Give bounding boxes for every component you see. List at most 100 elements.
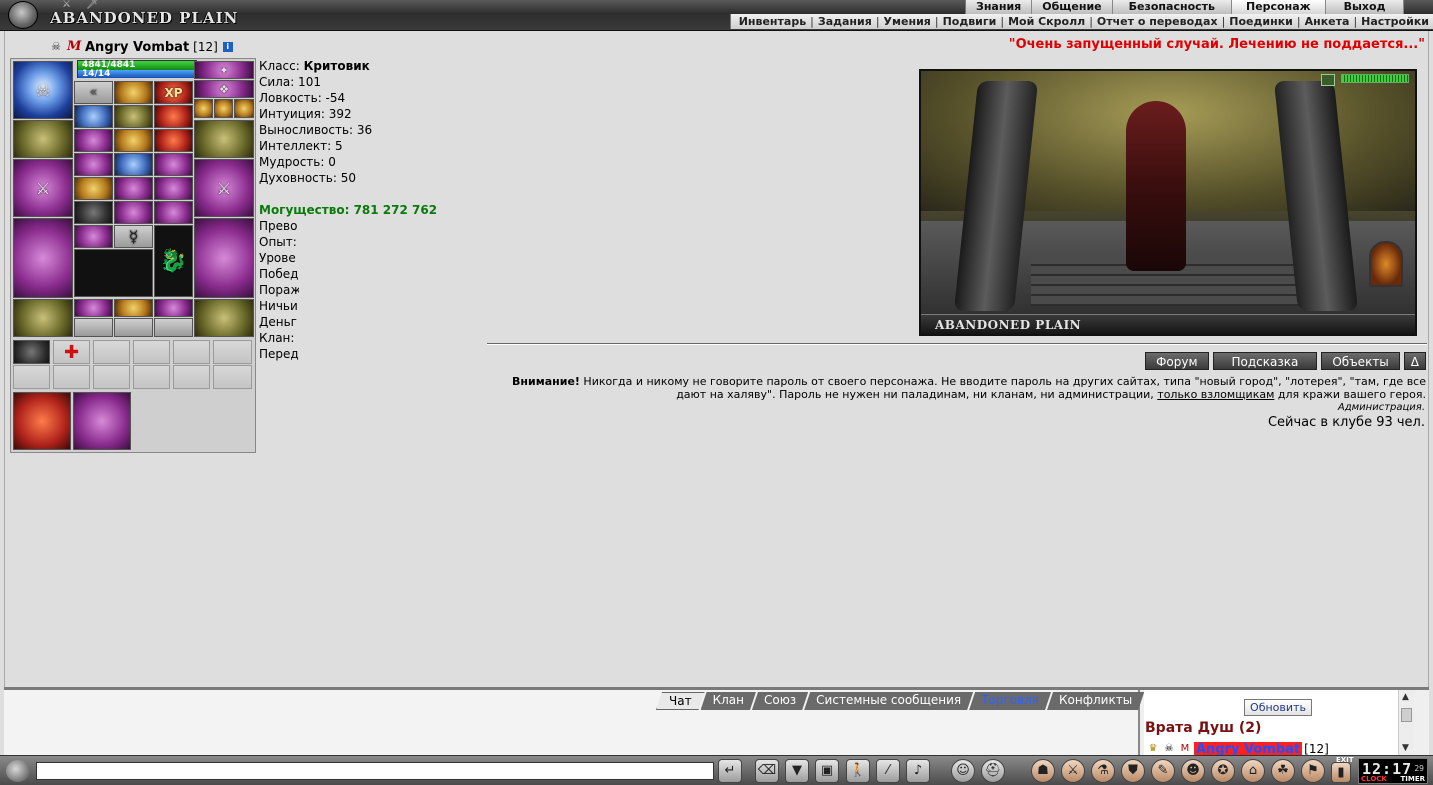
item-slot-c3[interactable] <box>154 129 193 152</box>
item-slot-c2[interactable] <box>114 129 153 152</box>
online-scrollbar[interactable]: ▲ ▼ <box>1398 690 1414 755</box>
tab-trade[interactable]: Торговля <box>969 692 1051 710</box>
eraser-icon[interactable]: ⌫ <box>755 759 779 783</box>
tab-chat[interactable]: Чат <box>656 692 705 710</box>
private-log-icon[interactable]: ⁄ <box>876 759 900 783</box>
rune-slot-2[interactable] <box>73 392 131 450</box>
item-slot-e2[interactable] <box>114 177 153 200</box>
save-icon[interactable]: ▣ <box>815 759 839 783</box>
belt-item-slot-7[interactable] <box>13 365 50 389</box>
armor-slot[interactable] <box>13 218 73 298</box>
belt-slot[interactable] <box>13 299 73 337</box>
bracers-slot[interactable] <box>13 120 73 158</box>
item-slot-d2[interactable] <box>114 153 153 176</box>
boots-slot[interactable] <box>194 299 254 337</box>
character-icon[interactable]: ☗ <box>1031 759 1055 783</box>
earring-slot[interactable]: ✦ <box>194 61 254 79</box>
speak-head-icon[interactable] <box>6 760 30 782</box>
belt-item-slot-10[interactable] <box>133 365 170 389</box>
pocket-slot-3[interactable] <box>154 299 193 317</box>
delta-button[interactable]: Δ <box>1403 352 1426 370</box>
item-slot-g2[interactable]: ☿ <box>114 225 153 248</box>
map-icon[interactable] <box>1321 74 1335 86</box>
tab-conflicts[interactable]: Конфликты <box>1047 692 1144 710</box>
ring-slot-1[interactable] <box>194 99 213 118</box>
walk-icon[interactable]: 🚶 <box>846 759 870 783</box>
item-slot-f3[interactable] <box>154 201 193 224</box>
alignment-icon[interactable]: ☠ <box>49 40 63 54</box>
item-slot-b3[interactable] <box>154 105 193 128</box>
tab-system-messages[interactable]: Системные сообщения <box>804 692 973 710</box>
helmet-slot[interactable]: ☠ <box>13 61 73 119</box>
timer-label[interactable]: TIMER <box>1400 775 1425 783</box>
main-menu-character[interactable]: Персонаж <box>1232 0 1326 14</box>
sub-menu-skills[interactable]: Умения <box>884 15 931 28</box>
prev-arrow-slot[interactable]: « <box>74 81 113 104</box>
belt-item-slot-8[interactable] <box>53 365 90 389</box>
scroll-down-icon[interactable]: ▼ <box>1402 743 1409 753</box>
sub-menu-quests[interactable]: Задания <box>818 15 872 28</box>
pocket-slot-6[interactable] <box>154 318 193 337</box>
warning-link[interactable]: только взломщикам <box>1157 388 1274 401</box>
rune-slot-1[interactable] <box>13 392 71 450</box>
chat-log[interactable]: Чат Клан Союз Системные сообщения Торгов… <box>4 690 1140 755</box>
main-menu-knowledge[interactable]: Знания <box>966 0 1033 14</box>
empty-dark-slot[interactable] <box>74 249 153 297</box>
item-slot-g1[interactable] <box>74 225 113 248</box>
info-icon[interactable]: i <box>222 42 233 52</box>
scroll-up-icon[interactable]: ▲ <box>1402 692 1409 702</box>
item-slot-b2[interactable] <box>114 105 153 128</box>
tab-clan[interactable]: Клан <box>701 692 756 710</box>
belt-item-slot-5[interactable] <box>173 340 210 364</box>
gloves-slot[interactable] <box>194 120 254 158</box>
sub-menu-my-scroll[interactable]: Мой Скролл <box>1008 15 1085 28</box>
item-slot-e3[interactable] <box>154 177 193 200</box>
xp-bonus-slot[interactable]: XP <box>154 81 193 104</box>
item-slot-c1[interactable] <box>74 129 113 152</box>
sub-menu-inventory[interactable]: Инвентарь <box>739 15 806 28</box>
pocket-slot-5[interactable] <box>114 318 153 337</box>
necklace-slot[interactable]: ❖ <box>194 80 254 98</box>
online-user-name[interactable]: Angry Vombat <box>1194 742 1303 756</box>
forum-button[interactable]: Форум <box>1145 352 1209 370</box>
scroll-thumb[interactable] <box>1401 708 1412 722</box>
item-slot-a1[interactable] <box>114 81 153 104</box>
belt-item-slot-11[interactable] <box>173 365 210 389</box>
first-aid-slot[interactable]: ✚ <box>53 340 90 364</box>
sub-menu-achievements[interactable]: Подвиги <box>943 15 997 28</box>
tab-union[interactable]: Союз <box>752 692 808 710</box>
belt-item-slot-6[interactable] <box>213 340 252 364</box>
item-slot-b1[interactable] <box>74 105 113 128</box>
location-exit-door[interactable] <box>1369 241 1403 287</box>
hint-button[interactable]: Подсказка <box>1212 352 1318 370</box>
pocket-slot-1[interactable] <box>74 299 113 317</box>
mask-icon[interactable]: ☻ <box>1181 759 1205 783</box>
belt-item-slot-4[interactable] <box>133 340 170 364</box>
flag-icon[interactable]: ⚑ <box>1301 759 1325 783</box>
helmet-icon[interactable]: ⛑ <box>981 759 1005 783</box>
compass-icon[interactable]: ✪ <box>1211 759 1235 783</box>
item-slot-f2[interactable] <box>114 201 153 224</box>
main-menu-exit[interactable]: Выход <box>1326 0 1405 14</box>
filter-icon[interactable]: ▼ <box>785 759 809 783</box>
main-menu-security[interactable]: Безопасность <box>1113 0 1232 14</box>
legs-slot[interactable] <box>194 218 254 298</box>
belt-item-slot-9[interactable] <box>93 365 130 389</box>
clan-emblem-icon[interactable]: M <box>67 40 81 54</box>
send-enter-icon[interactable]: ↵ <box>718 759 742 783</box>
clock-label[interactable]: CLOCK <box>1361 775 1387 783</box>
location-image[interactable]: ABANDONED PLAIN <box>919 69 1417 336</box>
ring-slot-3[interactable] <box>234 99 254 118</box>
main-menu-communication[interactable]: Общение <box>1032 0 1113 14</box>
group-icon[interactable]: ☘ <box>1271 759 1295 783</box>
scroll-icon[interactable]: ✎ <box>1151 759 1175 783</box>
pocket-slot-2[interactable] <box>114 299 153 317</box>
smiley-icon[interactable]: ☺ <box>951 759 975 783</box>
item-slot-d1[interactable] <box>74 153 113 176</box>
armor-icon[interactable]: ⛊ <box>1121 759 1145 783</box>
ring-slot-2[interactable] <box>214 99 233 118</box>
belt-item-slot-3[interactable] <box>93 340 130 364</box>
item-slot-d3[interactable] <box>154 153 193 176</box>
refresh-button[interactable]: Обновить <box>1244 699 1312 716</box>
sub-menu-fights[interactable]: Поединки <box>1229 15 1293 28</box>
